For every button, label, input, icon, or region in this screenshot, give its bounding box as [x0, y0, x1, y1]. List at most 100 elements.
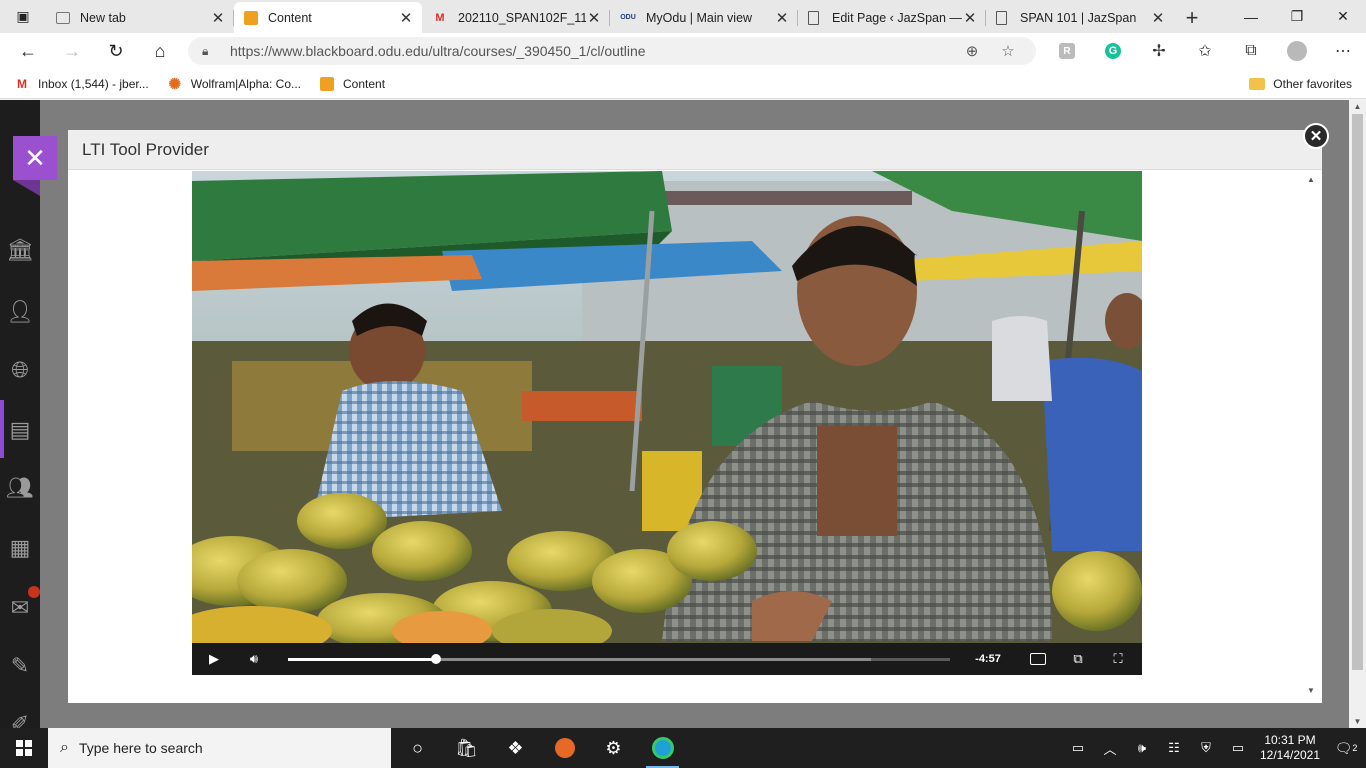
picture-in-picture-button[interactable]: ⧉ [1058, 643, 1098, 675]
tab-edit-page[interactable]: Edit Page ‹ JazSpan — ✕ [798, 2, 986, 33]
close-course-panel-button[interactable]: ✕ [13, 136, 57, 180]
lti-modal: LTI Tool Provider ▶ 🔊︎ -4:57 ⧉ ⛶ ▲ ▼ [68, 130, 1322, 703]
gmail-icon: M [435, 11, 445, 24]
bookmark-content[interactable]: Content [319, 76, 385, 92]
settings-button[interactable]: ⚙ [589, 728, 638, 768]
close-tab-icon[interactable]: ✕ [962, 9, 978, 27]
scrollbar-thumb[interactable] [1352, 114, 1363, 670]
volume-icon[interactable]: 🕪︎ [1126, 728, 1158, 768]
dropbox-button[interactable]: ❖ [491, 728, 540, 768]
browser-toolbar: ← → ↻ ⌂ 🔒︎ https://www.blackboard.odu.ed… [0, 33, 1366, 69]
blackboard-icon [319, 76, 335, 92]
minimize-button[interactable]: — [1228, 0, 1274, 33]
zoom-icon[interactable]: ⊕ [954, 42, 990, 60]
organizations-icon[interactable]: 👥︎ [0, 468, 40, 508]
tab-myodu[interactable]: ODU MyOdu | Main view ✕ [610, 2, 798, 33]
lock-icon[interactable]: 🔒︎ [202, 44, 218, 59]
scene-speaker-neck [817, 426, 897, 536]
scroll-up-icon[interactable]: ▲ [1349, 102, 1366, 111]
close-window-button[interactable]: ✕ [1320, 0, 1366, 33]
close-tab-icon[interactable]: ✕ [398, 9, 414, 27]
clock[interactable]: 10:31 PM 12/14/2021 [1254, 733, 1326, 763]
reader-extension-button[interactable]: R [1044, 33, 1090, 69]
profile-button[interactable] [1274, 33, 1320, 69]
tab-actions-button[interactable]: ▣ [0, 0, 46, 33]
seek-handle[interactable] [430, 653, 441, 664]
start-button[interactable] [0, 728, 48, 768]
volume-button[interactable]: 🔊︎ [234, 643, 274, 675]
video-player[interactable]: ▶ 🔊︎ -4:57 ⧉ ⛶ [192, 171, 1142, 675]
add-favorite-icon[interactable]: ☆ [990, 42, 1026, 60]
video-frame[interactable] [192, 171, 1142, 643]
globe-icon[interactable]: 🌐︎ [0, 350, 40, 390]
bookmark-label: Content [343, 76, 386, 91]
close-tab-icon[interactable]: ✕ [774, 9, 790, 27]
settings-menu-button[interactable]: ⋯ [1320, 33, 1366, 69]
tools-icon[interactable]: ✐ [0, 704, 40, 728]
scroll-down-icon[interactable]: ▼ [1304, 686, 1318, 695]
tab-span101[interactable]: SPAN 101 | JazSpan ✕ [986, 2, 1174, 33]
refresh-icon: ↻ [108, 40, 124, 61]
modal-scrollbar[interactable]: ▲ ▼ [1304, 171, 1318, 697]
network-icon[interactable]: ☷ [1158, 728, 1190, 768]
security-icon[interactable]: ⛨ [1190, 728, 1222, 768]
bookmark-wolfram[interactable]: ✺ Wolfram|Alpha: Co... [167, 76, 302, 93]
grades-icon[interactable]: ✎ [0, 646, 40, 686]
scroll-down-icon[interactable]: ▼ [1349, 717, 1366, 726]
other-favorites[interactable]: Other favorites [1249, 69, 1352, 99]
tab-title: Content [268, 10, 312, 25]
bookmark-label: Wolfram|Alpha: Co... [190, 76, 302, 91]
page-scrollbar[interactable]: ▲ ▼ [1349, 100, 1366, 728]
modal-close-button[interactable]: ✕ [1303, 123, 1329, 149]
page-icon [808, 10, 819, 25]
cortana-button[interactable]: ○ [393, 728, 442, 768]
clock-time: 10:31 PM [1264, 733, 1316, 747]
restore-button[interactable]: ❐ [1274, 0, 1320, 33]
clock-date: 12/14/2021 [1259, 748, 1321, 762]
play-button[interactable]: ▶ [194, 643, 234, 675]
grammarly-button[interactable]: G [1090, 33, 1136, 69]
close-tab-icon[interactable]: ✕ [1150, 9, 1166, 27]
modal-title: LTI Tool Provider [82, 139, 209, 159]
scene-bystander [992, 316, 1052, 401]
edge-button[interactable] [638, 728, 687, 768]
seek-bar[interactable] [288, 653, 950, 664]
taskbar-search[interactable]: ⌕ Type here to search [48, 728, 391, 768]
forward-arrow-icon: → [63, 40, 81, 61]
back-button[interactable]: ← [6, 33, 50, 69]
forward-button[interactable]: → [50, 33, 94, 69]
refresh-button[interactable]: ↻ [94, 33, 138, 69]
display-icon[interactable]: ▭ [1222, 728, 1254, 768]
windows-taskbar: ⌕ Type here to search ○ 🛍︎ ❖ ⚙ ▭ ︿ 🕪︎ ☷ … [0, 728, 1366, 768]
address-bar[interactable]: 🔒︎ https://www.blackboard.odu.edu/ultra/… [188, 37, 1036, 65]
collections-button[interactable]: ⧉ [1228, 33, 1274, 69]
home-icon: ⌂ [154, 40, 166, 61]
tab-gmail[interactable]: M 202110_SPAN102F_11 ✕ [422, 2, 610, 33]
reader-extension-icon: R [1059, 43, 1075, 59]
new-tab-button[interactable]: + [1174, 2, 1210, 33]
scroll-up-icon[interactable]: ▲ [1304, 175, 1318, 184]
extensions-button[interactable]: ✢ [1136, 33, 1182, 69]
courses-icon[interactable]: ▤ [0, 410, 40, 450]
home-button[interactable]: ⌂ [138, 33, 182, 69]
firefox-icon [554, 738, 575, 758]
close-tab-icon[interactable]: ✕ [586, 9, 602, 27]
store-button[interactable]: 🛍︎ [442, 728, 491, 768]
notification-center-button[interactable]: 🗨︎ 2 [1326, 728, 1366, 768]
profile-icon[interactable]: 👤︎ [0, 292, 40, 332]
tab-content[interactable]: Content ✕ [234, 2, 422, 33]
favorites-button[interactable]: ✩ [1182, 33, 1228, 69]
captions-button[interactable] [1018, 643, 1058, 675]
firefox-button[interactable] [540, 728, 589, 768]
calendar-icon[interactable]: ▦ [0, 528, 40, 568]
institution-icon[interactable]: 🏛︎ [0, 230, 40, 270]
tab-new-tab[interactable]: New tab ✕ [46, 2, 234, 33]
page-content: 🏛︎ 👤︎ 🌐︎ ▤ 👥︎ ▦ ✉ ✎ ✐ ✕ LTI Tool Provide… [0, 100, 1366, 728]
minimize-icon: — [1244, 8, 1258, 25]
url-text[interactable]: https://www.blackboard.odu.edu/ultra/cou… [230, 43, 954, 59]
chevron-up-icon[interactable]: ︿ [1094, 728, 1126, 768]
fullscreen-button[interactable]: ⛶ [1098, 643, 1138, 675]
bookmark-gmail[interactable]: M Inbox (1,544) - jber... [14, 76, 149, 92]
task-view-icon[interactable]: ▭ [1062, 728, 1094, 768]
close-tab-icon[interactable]: ✕ [210, 9, 226, 27]
